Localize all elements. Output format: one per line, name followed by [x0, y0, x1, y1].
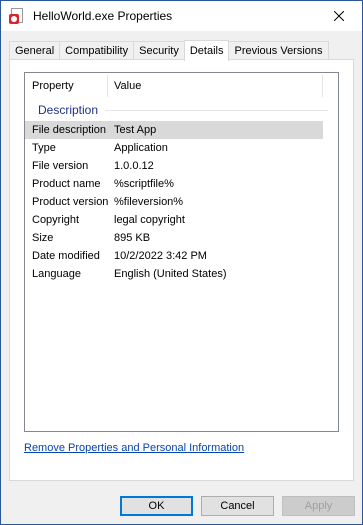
property-value: legal copyright: [114, 214, 185, 226]
property-name: File version: [32, 160, 89, 172]
close-icon: [334, 11, 344, 21]
property-value: English (United States): [114, 268, 227, 280]
property-name: Date modified: [32, 250, 100, 262]
column-header-value[interactable]: Value: [107, 80, 141, 92]
list-item[interactable]: Product version %fileversion%: [25, 193, 323, 211]
list-item[interactable]: Product name %scriptfile%: [25, 175, 323, 193]
cancel-button[interactable]: Cancel: [201, 496, 274, 516]
tab-general[interactable]: General: [9, 41, 61, 60]
property-name: Type: [32, 142, 56, 154]
property-value: %fileversion%: [114, 196, 184, 208]
column-header-property[interactable]: Property: [25, 80, 107, 92]
list-item[interactable]: File version 1.0.0.12: [25, 157, 323, 175]
tab-previous-versions[interactable]: Previous Versions: [228, 41, 329, 60]
exe-file-icon: [9, 8, 25, 24]
list-item[interactable]: Date modified 10/2/2022 3:42 PM: [25, 247, 323, 265]
property-name: Product name: [32, 178, 101, 190]
group-divider: [105, 110, 328, 111]
group-header-description: Description: [25, 99, 338, 121]
details-panel: Property Value Description File descript…: [9, 59, 354, 481]
apply-button[interactable]: Apply: [282, 496, 355, 516]
properties-dialog: HelloWorld.exe Properties General Compat…: [0, 0, 363, 525]
group-label: Description: [38, 103, 99, 117]
property-value: 10/2/2022 3:42 PM: [114, 250, 207, 262]
dialog-footer: OK Cancel Apply: [1, 481, 362, 524]
property-value: 895 KB: [114, 232, 151, 244]
remove-properties-link[interactable]: Remove Properties and Personal Informati…: [24, 442, 244, 454]
column-divider[interactable]: [107, 75, 108, 97]
property-value: Application: [114, 142, 168, 154]
property-name: Size: [32, 232, 54, 244]
details-list[interactable]: Property Value Description File descript…: [24, 72, 339, 432]
property-name: File description: [32, 124, 106, 136]
ok-button[interactable]: OK: [120, 496, 193, 516]
property-name: Language: [32, 268, 81, 280]
property-value: 1.0.0.12: [114, 160, 154, 172]
list-item[interactable]: Copyright legal copyright: [25, 211, 323, 229]
property-name: Copyright: [32, 214, 80, 226]
list-item[interactable]: Type Application: [25, 139, 323, 157]
column-divider[interactable]: [322, 75, 323, 97]
tab-strip: General Compatibility Security Details P…: [9, 40, 329, 61]
list-header: Property Value: [25, 73, 338, 99]
title-bar[interactable]: HelloWorld.exe Properties: [1, 1, 362, 31]
window-title: HelloWorld.exe Properties: [33, 9, 173, 23]
list-item[interactable]: Language English (United States): [25, 265, 323, 283]
tab-details[interactable]: Details: [183, 40, 230, 61]
close-button[interactable]: [316, 1, 362, 31]
list-item[interactable]: File description Test App: [25, 121, 323, 139]
property-value: Test App: [114, 124, 157, 136]
list-item[interactable]: Size 895 KB: [25, 229, 323, 247]
property-name: Product version: [32, 196, 109, 208]
tab-security[interactable]: Security: [133, 41, 185, 60]
property-value: %scriptfile%: [114, 178, 174, 190]
tab-compatibility[interactable]: Compatibility: [59, 41, 135, 60]
